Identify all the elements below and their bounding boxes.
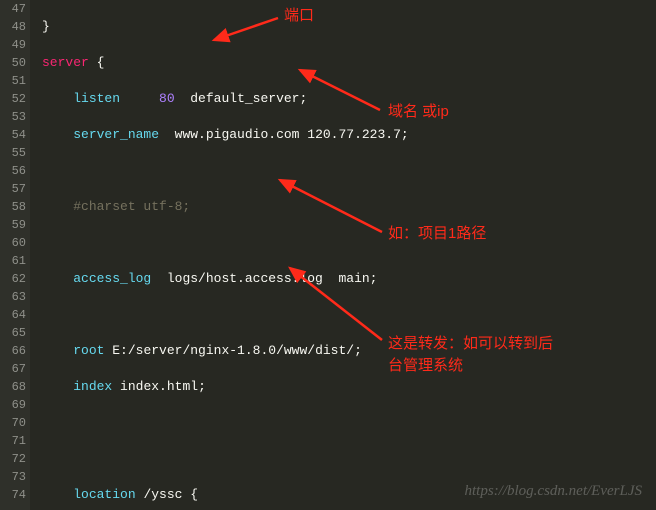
line-number-gutter: 4748495051525354555657585960616263646566… [0, 0, 30, 510]
line-number: 66 [0, 342, 26, 360]
line-number: 65 [0, 324, 26, 342]
line-number: 70 [0, 414, 26, 432]
line-number: 57 [0, 180, 26, 198]
code-line: root E:/server/nginx-1.8.0/www/dist/; [42, 342, 656, 360]
line-number: 73 [0, 468, 26, 486]
code-line: #charset utf-8; [42, 198, 656, 216]
code-line [42, 306, 656, 324]
line-number: 63 [0, 288, 26, 306]
line-number: 55 [0, 144, 26, 162]
line-number: 47 [0, 0, 26, 18]
line-number: 64 [0, 306, 26, 324]
line-number: 58 [0, 198, 26, 216]
line-number: 54 [0, 126, 26, 144]
code-line: server { [42, 54, 656, 72]
line-number: 49 [0, 36, 26, 54]
line-number: 71 [0, 432, 26, 450]
line-number: 68 [0, 378, 26, 396]
line-number: 56 [0, 162, 26, 180]
line-number: 74 [0, 486, 26, 504]
line-number: 61 [0, 252, 26, 270]
code-line: } [42, 18, 656, 36]
line-number: 50 [0, 54, 26, 72]
line-number: 62 [0, 270, 26, 288]
line-number: 72 [0, 450, 26, 468]
code-line: access_log logs/host.access.log main; [42, 270, 656, 288]
line-number: 51 [0, 72, 26, 90]
watermark: https://blog.csdn.net/EverLJS [465, 483, 642, 500]
code-line: index index.html; [42, 378, 656, 396]
line-number: 67 [0, 360, 26, 378]
code-line [42, 450, 656, 468]
code-line: server_name www.pigaudio.com 120.77.223.… [42, 126, 656, 144]
line-number: 59 [0, 216, 26, 234]
code-line [42, 162, 656, 180]
code-line [42, 414, 656, 432]
line-number: 69 [0, 396, 26, 414]
line-number: 48 [0, 18, 26, 36]
line-number: 53 [0, 108, 26, 126]
code-line: listen 80 default_server; [42, 90, 656, 108]
line-number: 52 [0, 90, 26, 108]
line-number: 60 [0, 234, 26, 252]
code-area: } server { listen 80 default_server; ser… [30, 0, 656, 510]
code-line [42, 234, 656, 252]
